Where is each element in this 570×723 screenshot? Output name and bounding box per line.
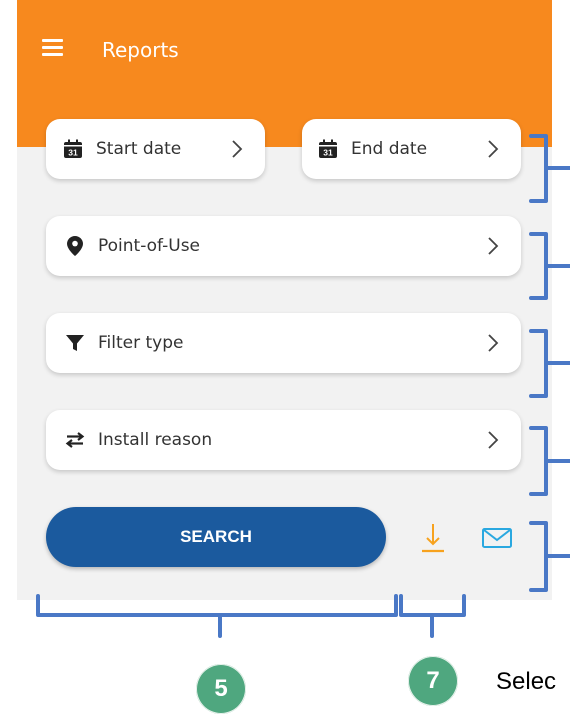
bracket-actions <box>529 521 570 592</box>
bracket-point-of-use <box>529 232 570 300</box>
bracket-download <box>399 594 466 638</box>
bracket-date-row <box>529 134 570 203</box>
bracket-search <box>36 594 398 638</box>
bracket-install-reason <box>529 426 570 496</box>
annotation-badge-7: 7 <box>408 656 458 706</box>
bracket-filter-type <box>529 329 570 398</box>
annotation-overlay <box>36 134 570 638</box>
caption-text: Selec <box>496 668 557 695</box>
annotation-badge-5: 5 <box>196 664 246 714</box>
